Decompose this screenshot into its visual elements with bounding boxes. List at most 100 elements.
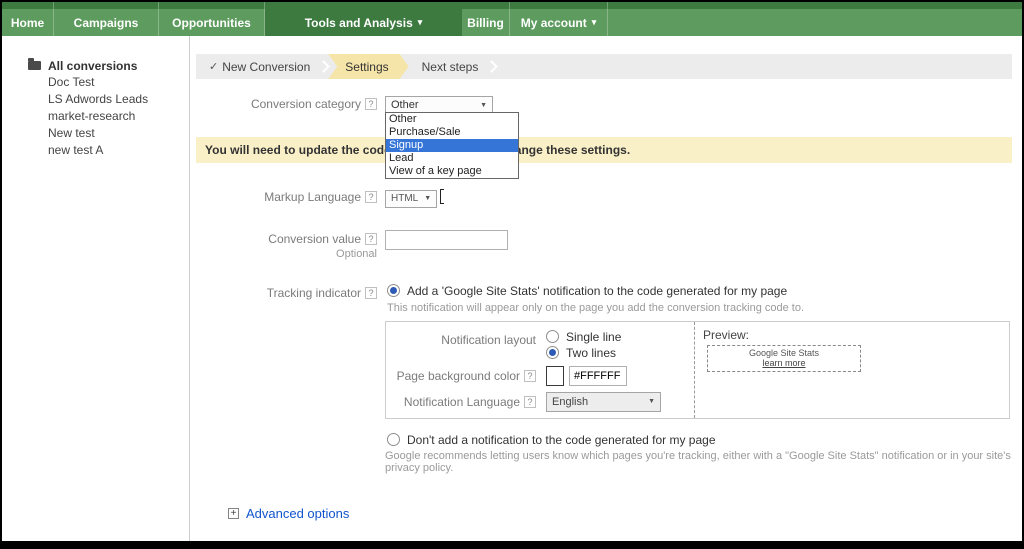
notification-preview-pane: Preview: Google Site Stats learn more: [694, 321, 1009, 418]
tracking-add-notification-option[interactable]: Add a 'Google Site Stats' notification t…: [387, 284, 1012, 298]
conversion-category-dropdown: Other Purchase/Sale Signup Lead View of …: [385, 112, 519, 179]
help-icon[interactable]: ?: [365, 232, 377, 245]
markup-language-label-wrap: Markup Language?: [196, 188, 377, 204]
conversion-category-label: Conversion category: [250, 97, 361, 111]
sidebar-item-market-research[interactable]: market-research: [2, 108, 189, 125]
conversion-category-label-wrap: Conversion category?: [196, 95, 377, 111]
advanced-options-toggle[interactable]: + Advanced options: [228, 506, 1012, 521]
google-site-stats-preview: Google Site Stats learn more: [707, 344, 861, 372]
select-arrow-icon: ▼: [480, 101, 487, 109]
tracking-no-notification-label: Don't add a notification to the code gen…: [407, 432, 716, 447]
conversion-value-label: Conversion value: [268, 231, 361, 246]
markup-language-select[interactable]: HTML ▼: [385, 189, 437, 208]
text-cursor-icon: [440, 189, 444, 205]
step-next-steps-label: Next steps: [421, 59, 479, 74]
step-new-conversion[interactable]: ✓ New Conversion: [196, 54, 323, 79]
radio-unselected-icon[interactable]: [387, 433, 400, 446]
nav-tab-campaigns-label: Campaigns: [73, 15, 139, 30]
app-window: Home Campaigns Opportunities Tools and A…: [2, 2, 1022, 541]
notification-settings-box: Notification layout Single line Two line…: [385, 320, 1010, 419]
notification-language-row: Notification Language? English ▼: [386, 391, 694, 412]
nav-tab-campaigns[interactable]: Campaigns: [54, 2, 159, 36]
radio-selected-icon[interactable]: [546, 346, 559, 359]
nav-tab-tools-label: Tools and Analysis: [304, 15, 413, 30]
step-settings[interactable]: Settings: [328, 54, 408, 79]
conversion-category-row: Conversion category? Other ▼ Other Purch…: [196, 95, 1012, 179]
markup-language-value: HTML: [391, 193, 419, 204]
nav-tab-billing-label: Billing: [467, 15, 504, 30]
tracking-add-notification-label: Add a 'Google Site Stats' notification t…: [407, 283, 788, 298]
layout-single-line-option[interactable]: Single line: [546, 330, 621, 344]
tracking-indicator-label-wrap: Tracking indicator?: [196, 284, 377, 300]
page-background-color-row: Page background color?: [386, 365, 694, 386]
notification-language-label-wrap: Notification Language?: [386, 392, 536, 409]
layout-two-lines-label: Two lines: [566, 345, 617, 360]
markup-language-label: Markup Language: [264, 190, 361, 204]
main-panel: ✓ New Conversion Settings Next steps Con…: [190, 36, 1022, 541]
sidebar-item-all-conversions[interactable]: All conversions: [2, 57, 189, 74]
nav-tab-billing[interactable]: Billing: [462, 2, 510, 36]
conversions-sidebar: All conversions Doc Test LS Adwords Lead…: [2, 36, 190, 541]
sidebar-item-new-test-a[interactable]: new test A: [2, 142, 189, 159]
tracking-indicator-row: Tracking indicator? Add a 'Google Site S…: [196, 284, 1012, 474]
check-icon: ✓: [209, 61, 219, 73]
nav-tab-tools-and-analysis[interactable]: Tools and Analysis ▾: [265, 2, 462, 36]
preview-learn-more-link: learn more: [762, 357, 806, 368]
notification-language-value: English: [552, 395, 589, 408]
help-icon[interactable]: ?: [524, 395, 536, 408]
help-icon[interactable]: ?: [365, 286, 377, 299]
preview-stats-text: Google Site Stats: [748, 347, 820, 358]
nav-tab-home[interactable]: Home: [2, 2, 54, 36]
conversion-value-input[interactable]: [385, 229, 508, 250]
select-arrow-icon: ▼: [648, 398, 655, 405]
radio-unselected-icon[interactable]: [546, 330, 559, 343]
page-background-color-input[interactable]: [569, 365, 627, 386]
preview-label: Preview:: [703, 327, 750, 342]
dropdown-option-other[interactable]: Other: [386, 113, 518, 126]
dropdown-option-view-key-page[interactable]: View of a key page: [386, 165, 518, 178]
tracking-add-helper-text: This notification will appear only on th…: [387, 301, 805, 314]
step-next-steps[interactable]: Next steps: [409, 54, 492, 79]
sidebar-root-label: All conversions: [48, 58, 138, 73]
advanced-options-link[interactable]: Advanced options: [246, 506, 349, 521]
help-icon[interactable]: ?: [365, 191, 377, 203]
dropdown-option-signup[interactable]: Signup: [386, 139, 518, 152]
radio-selected-icon[interactable]: [387, 284, 400, 297]
layout-single-line-label: Single line: [566, 329, 622, 344]
step-settings-label: Settings: [345, 59, 389, 74]
chevron-down-icon: ▾: [591, 17, 597, 27]
nav-tab-my-account[interactable]: My account ▾: [510, 2, 608, 36]
nav-tab-my-account-label: My account: [520, 15, 587, 30]
step-new-conversion-label: New Conversion: [222, 59, 311, 74]
notification-layout-label: Notification layout: [441, 332, 536, 347]
update-code-notice: You will need to update the code on your…: [196, 137, 1012, 163]
help-icon[interactable]: ?: [524, 369, 536, 382]
folder-icon: [28, 58, 41, 70]
nav-tab-opportunities-label: Opportunities: [172, 15, 251, 30]
notification-language-select[interactable]: English ▼: [546, 391, 661, 412]
layout-two-lines-option[interactable]: Two lines: [546, 346, 621, 360]
chevron-down-icon: ▾: [417, 17, 423, 27]
sidebar-item-doc-test[interactable]: Doc Test: [2, 74, 189, 91]
conversion-value-label-wrap: Conversion value? Optional: [196, 230, 377, 260]
tracking-recommendation-text: Google recommends letting users know whi…: [385, 449, 1011, 474]
nav-tab-opportunities[interactable]: Opportunities: [159, 2, 265, 36]
select-arrow-icon: ▼: [424, 195, 432, 202]
color-swatch[interactable]: [546, 365, 564, 386]
top-navigation: Home Campaigns Opportunities Tools and A…: [2, 2, 1022, 36]
expand-plus-icon[interactable]: +: [228, 507, 239, 519]
sidebar-item-ls-adwords-leads[interactable]: LS Adwords Leads: [2, 91, 189, 108]
tracking-no-notification-option[interactable]: Don't add a notification to the code gen…: [387, 433, 1012, 447]
page-background-color-label-wrap: Page background color?: [386, 366, 536, 383]
markup-language-row: Markup Language? HTML ▼: [196, 188, 1012, 208]
conversion-value-optional-label: Optional: [336, 247, 377, 260]
dropdown-option-lead[interactable]: Lead: [386, 152, 518, 165]
page-background-color-label: Page background color: [396, 368, 520, 383]
conversion-value-row: Conversion value? Optional: [196, 229, 1012, 260]
help-icon[interactable]: ?: [365, 98, 377, 110]
sidebar-item-new-test[interactable]: New test: [2, 125, 189, 142]
conversion-category-value: Other: [391, 99, 419, 111]
notification-layout-row: Notification layout Single line Two line…: [386, 330, 694, 360]
dropdown-option-purchase-sale[interactable]: Purchase/Sale: [386, 126, 518, 139]
tracking-indicator-label: Tracking indicator: [266, 285, 361, 300]
